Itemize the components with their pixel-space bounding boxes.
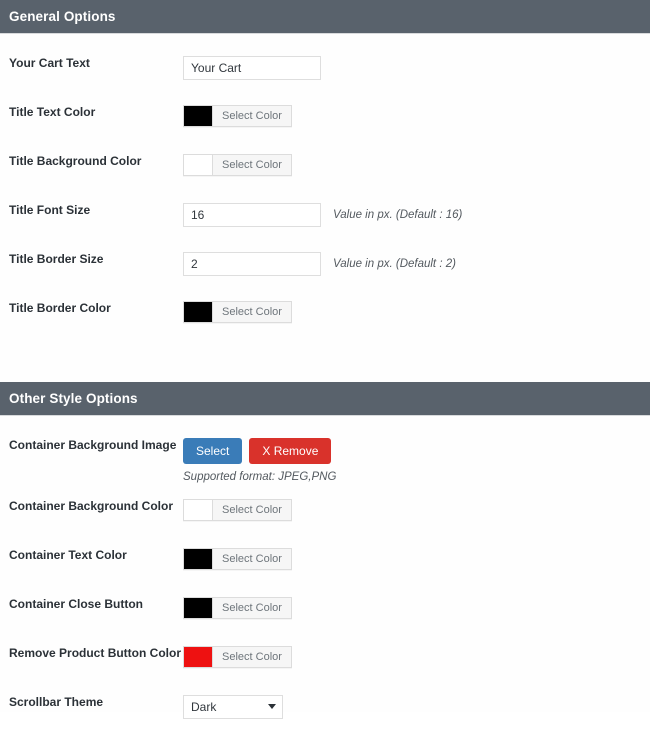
color-swatch-icon xyxy=(184,647,213,667)
remove-product-button-color-picker[interactable]: Select Color xyxy=(183,646,292,668)
label-title-text-color: Title Text Color xyxy=(9,105,96,119)
label-remove-product-button-color: Remove Product Button Color xyxy=(9,646,182,660)
title-border-size-input[interactable] xyxy=(183,252,321,276)
field-title-border-size: Value in px. (Default : 2) xyxy=(183,252,650,276)
section-gap-spacer xyxy=(0,350,650,382)
label-your-cart-text: Your Cart Text xyxy=(9,56,90,70)
background-image-controls: Select X Remove Supported format: JPEG,P… xyxy=(183,438,336,483)
color-swatch-icon xyxy=(184,549,213,569)
section-header-other-style-options: Other Style Options xyxy=(0,382,650,416)
label-container-text-color: Container Text Color xyxy=(9,548,127,562)
section-top-spacer xyxy=(0,34,650,56)
field-remove-product-button-color: Select Color xyxy=(183,646,650,668)
label-scrollbar-theme: Scrollbar Theme xyxy=(9,695,104,709)
field-container-close-button: Select Color xyxy=(183,597,650,619)
row-title-background-color: Title Background Color Select Color xyxy=(0,154,650,203)
select-color-label: Select Color xyxy=(222,110,282,122)
section-header-general-options: General Options xyxy=(0,0,650,34)
row-title-border-size: Title Border Size Value in px. (Default … xyxy=(0,252,650,301)
hint-title-border-size: Value in px. (Default : 2) xyxy=(333,258,456,270)
title-text-color-picker[interactable]: Select Color xyxy=(183,105,292,127)
row-container-background-color: Container Background Color Select Color xyxy=(0,499,650,548)
row-title-text-color: Title Text Color Select Color xyxy=(0,105,650,154)
color-swatch-icon xyxy=(184,302,213,322)
row-your-cart-text: Your Cart Text xyxy=(0,56,650,105)
title-border-color-picker[interactable]: Select Color xyxy=(183,301,292,323)
container-background-color-picker[interactable]: Select Color xyxy=(183,499,292,521)
container-close-button-color-picker[interactable]: Select Color xyxy=(183,597,292,619)
select-color-label: Select Color xyxy=(222,553,282,565)
settings-page: General Options Your Cart Text Title Tex… xyxy=(0,0,650,719)
row-container-background-image: Container Background Image Select X Remo… xyxy=(0,438,650,487)
select-color-label: Select Color xyxy=(222,602,282,614)
label-container-background-color: Container Background Color xyxy=(9,499,174,513)
title-background-color-picker[interactable]: Select Color xyxy=(183,154,292,176)
field-container-background-color: Select Color xyxy=(183,499,650,521)
label-title-border-color: Title Border Color xyxy=(9,301,111,315)
label-title-border-size: Title Border Size xyxy=(9,252,104,266)
row-remove-product-button-color: Remove Product Button Color Select Color xyxy=(0,646,650,695)
row-container-close-button: Container Close Button Select Color xyxy=(0,597,650,646)
note-supported-format: Supported format: JPEG,PNG xyxy=(183,471,337,483)
color-swatch-icon xyxy=(184,106,213,126)
field-title-border-color: Select Color xyxy=(183,301,650,323)
label-title-font-size: Title Font Size xyxy=(9,203,91,217)
hint-title-font-size: Value in px. (Default : 16) xyxy=(333,209,463,221)
select-color-label: Select Color xyxy=(222,504,282,516)
section-top-spacer-2 xyxy=(0,416,650,438)
row-title-border-color: Title Border Color Select Color xyxy=(0,301,650,350)
row-title-font-size: Title Font Size Value in px. (Default : … xyxy=(0,203,650,252)
row-container-text-color: Container Text Color Select Color xyxy=(0,548,650,597)
color-swatch-icon xyxy=(184,500,213,520)
background-image-button-group: Select X Remove xyxy=(183,438,336,464)
select-color-label: Select Color xyxy=(222,651,282,663)
label-container-close-button: Container Close Button xyxy=(9,597,143,611)
your-cart-text-input[interactable] xyxy=(183,56,321,80)
label-title-background-color: Title Background Color xyxy=(9,154,142,168)
title-font-size-input[interactable] xyxy=(183,203,321,227)
field-title-background-color: Select Color xyxy=(183,154,650,176)
field-title-font-size: Value in px. (Default : 16) xyxy=(183,203,650,227)
scrollbar-theme-select[interactable]: Dark xyxy=(183,695,283,719)
select-color-label: Select Color xyxy=(222,159,282,171)
row-scrollbar-theme: Scrollbar Theme Dark xyxy=(0,695,650,744)
general-options-rows: Your Cart Text Title Text Color Select C… xyxy=(0,56,650,350)
field-your-cart-text xyxy=(183,56,650,80)
field-scrollbar-theme: Dark xyxy=(183,695,650,719)
container-text-color-picker[interactable]: Select Color xyxy=(183,548,292,570)
color-swatch-icon xyxy=(184,155,213,175)
field-container-background-image: Select X Remove Supported format: JPEG,P… xyxy=(183,438,650,483)
other-style-options-rows: Container Background Image Select X Remo… xyxy=(0,438,650,744)
select-image-button[interactable]: Select xyxy=(183,438,243,464)
field-container-text-color: Select Color xyxy=(183,548,650,570)
remove-image-button[interactable]: X Remove xyxy=(249,438,332,464)
color-swatch-icon xyxy=(184,598,213,618)
select-color-label: Select Color xyxy=(222,306,282,318)
field-title-text-color: Select Color xyxy=(183,105,650,127)
label-container-background-image: Container Background Image xyxy=(9,438,177,452)
scrollbar-theme-select-wrap: Dark xyxy=(183,695,283,719)
